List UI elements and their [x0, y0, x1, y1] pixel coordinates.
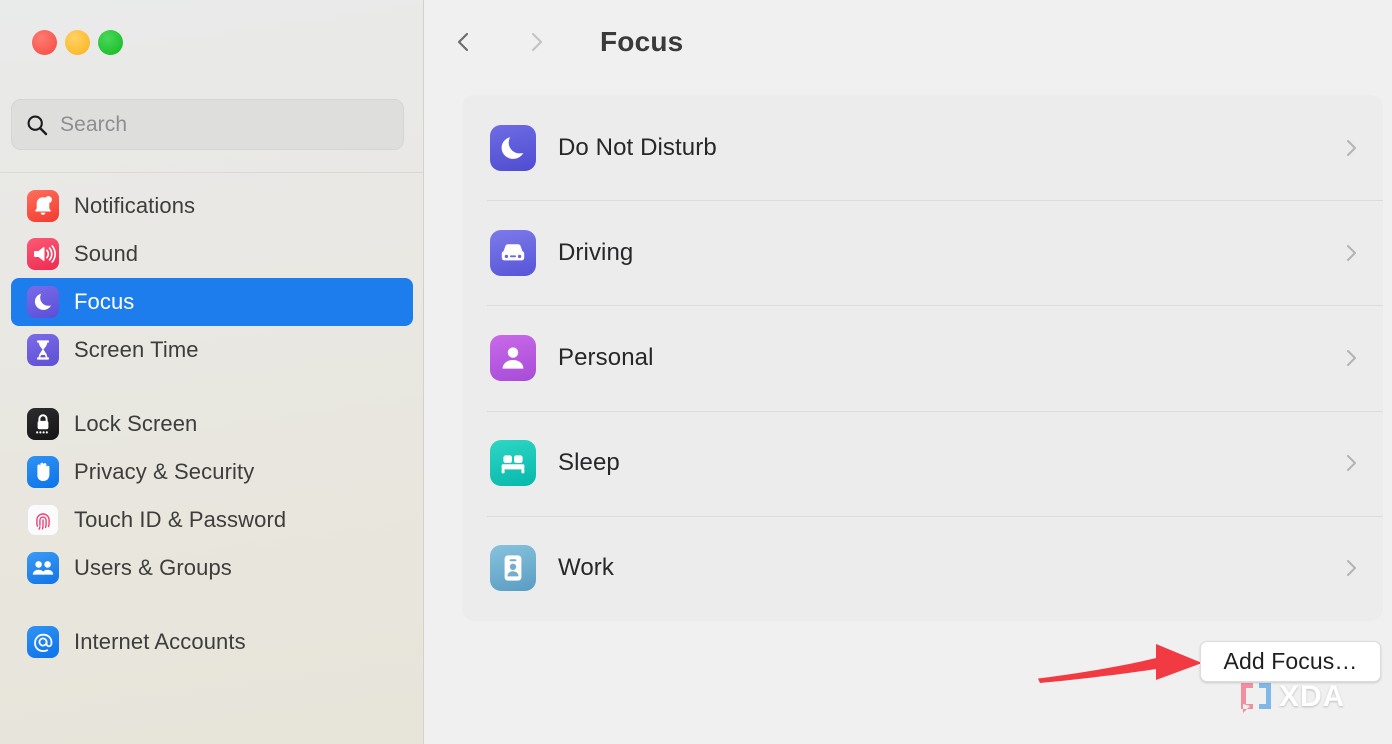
- chevron-right-icon: [1343, 240, 1361, 266]
- focus-row-do-not-disturb[interactable]: Do Not Disturb: [462, 95, 1383, 200]
- sidebar-item-notifications[interactable]: Notifications: [11, 182, 413, 230]
- focus-row-label: Driving: [558, 238, 634, 266]
- car-icon: [490, 229, 536, 276]
- person-icon: [490, 334, 536, 381]
- sidebar-item-label: Focus: [74, 289, 135, 314]
- sidebar-item-sound[interactable]: Sound: [11, 230, 413, 278]
- search-placeholder: Search: [60, 112, 128, 136]
- at-sign-icon: [27, 626, 59, 658]
- focus-row-label: Do Not Disturb: [558, 133, 717, 161]
- sidebar-item-lock-screen[interactable]: Lock Screen: [11, 400, 413, 448]
- people-icon: [27, 552, 59, 584]
- annotation-arrow: [1034, 630, 1214, 694]
- sidebar-item-touch-id-password[interactable]: Touch ID & Password: [11, 496, 413, 544]
- chevron-right-icon: [1343, 135, 1361, 161]
- search-icon: [26, 114, 48, 136]
- moon-icon: [490, 124, 536, 171]
- sidebar-item-label: Internet Accounts: [74, 629, 246, 654]
- sidebar-item-internet-accounts[interactable]: Internet Accounts: [11, 618, 413, 666]
- sidebar: Search Notifications Sound Focus Screen …: [0, 0, 424, 744]
- focus-row-driving[interactable]: Driving: [462, 200, 1383, 305]
- lock-icon: [27, 408, 59, 440]
- add-focus-label: Add Focus…: [1223, 648, 1358, 674]
- sidebar-group-3: Internet Accounts: [0, 618, 423, 666]
- sidebar-nav: Notifications Sound Focus Screen Time Lo…: [0, 182, 423, 666]
- chevron-right-icon: [1343, 345, 1361, 371]
- back-button[interactable]: [444, 22, 484, 62]
- bell-icon: [27, 190, 59, 222]
- xda-watermark-text: XDA: [1279, 680, 1346, 713]
- sidebar-item-label: Notifications: [74, 193, 196, 218]
- xda-watermark: XDA: [1237, 679, 1382, 717]
- search-field[interactable]: Search: [11, 99, 404, 150]
- chevron-right-icon: [1343, 450, 1361, 476]
- sidebar-group-2: Lock Screen Privacy & Security Touch ID …: [0, 400, 423, 592]
- close-button[interactable]: [32, 30, 57, 55]
- focus-list-card: Do Not Disturb Driving Personal Sleep Wo…: [462, 95, 1383, 621]
- sidebar-item-focus[interactable]: Focus: [11, 278, 413, 326]
- content-pane: Focus Do Not Disturb Driving Personal Sl…: [424, 0, 1392, 744]
- hand-icon: [27, 456, 59, 488]
- sidebar-item-label: Lock Screen: [74, 411, 198, 436]
- sidebar-item-label: Screen Time: [74, 337, 199, 362]
- sidebar-item-privacy-security[interactable]: Privacy & Security: [11, 448, 413, 496]
- focus-row-personal[interactable]: Personal: [462, 305, 1383, 410]
- sidebar-item-label: Privacy & Security: [74, 459, 255, 484]
- page-title: Focus: [600, 26, 684, 57]
- forward-button[interactable]: [516, 22, 556, 62]
- system-settings-window: Search Notifications Sound Focus Screen …: [0, 0, 1392, 744]
- sidebar-item-label: Sound: [74, 241, 139, 266]
- focus-row-sleep[interactable]: Sleep: [462, 410, 1383, 516]
- add-focus-button[interactable]: Add Focus…: [1200, 641, 1381, 682]
- sidebar-item-label: Users & Groups: [74, 555, 232, 580]
- moon-icon: [27, 286, 59, 318]
- maximize-button[interactable]: [98, 30, 123, 55]
- toolbar: Focus: [424, 0, 1392, 84]
- id-badge-icon: [490, 545, 536, 592]
- fingerprint-icon: [27, 504, 59, 536]
- focus-row-label: Work: [558, 554, 614, 582]
- focus-row-label: Sleep: [558, 449, 620, 477]
- chevron-right-icon: [1343, 555, 1361, 581]
- focus-row-label: Personal: [558, 343, 654, 371]
- speaker-icon: [27, 238, 59, 270]
- sidebar-group-1: Notifications Sound Focus Screen Time: [0, 182, 423, 374]
- window-controls: [32, 30, 123, 55]
- minimize-button[interactable]: [65, 30, 90, 55]
- sidebar-item-screen-time[interactable]: Screen Time: [11, 326, 413, 374]
- hourglass-icon: [27, 334, 59, 366]
- sidebar-item-users-groups[interactable]: Users & Groups: [11, 544, 413, 592]
- sidebar-divider: [0, 172, 423, 173]
- focus-row-work[interactable]: Work: [462, 515, 1383, 621]
- bed-icon: [490, 440, 536, 487]
- sidebar-item-label: Touch ID & Password: [74, 507, 287, 532]
